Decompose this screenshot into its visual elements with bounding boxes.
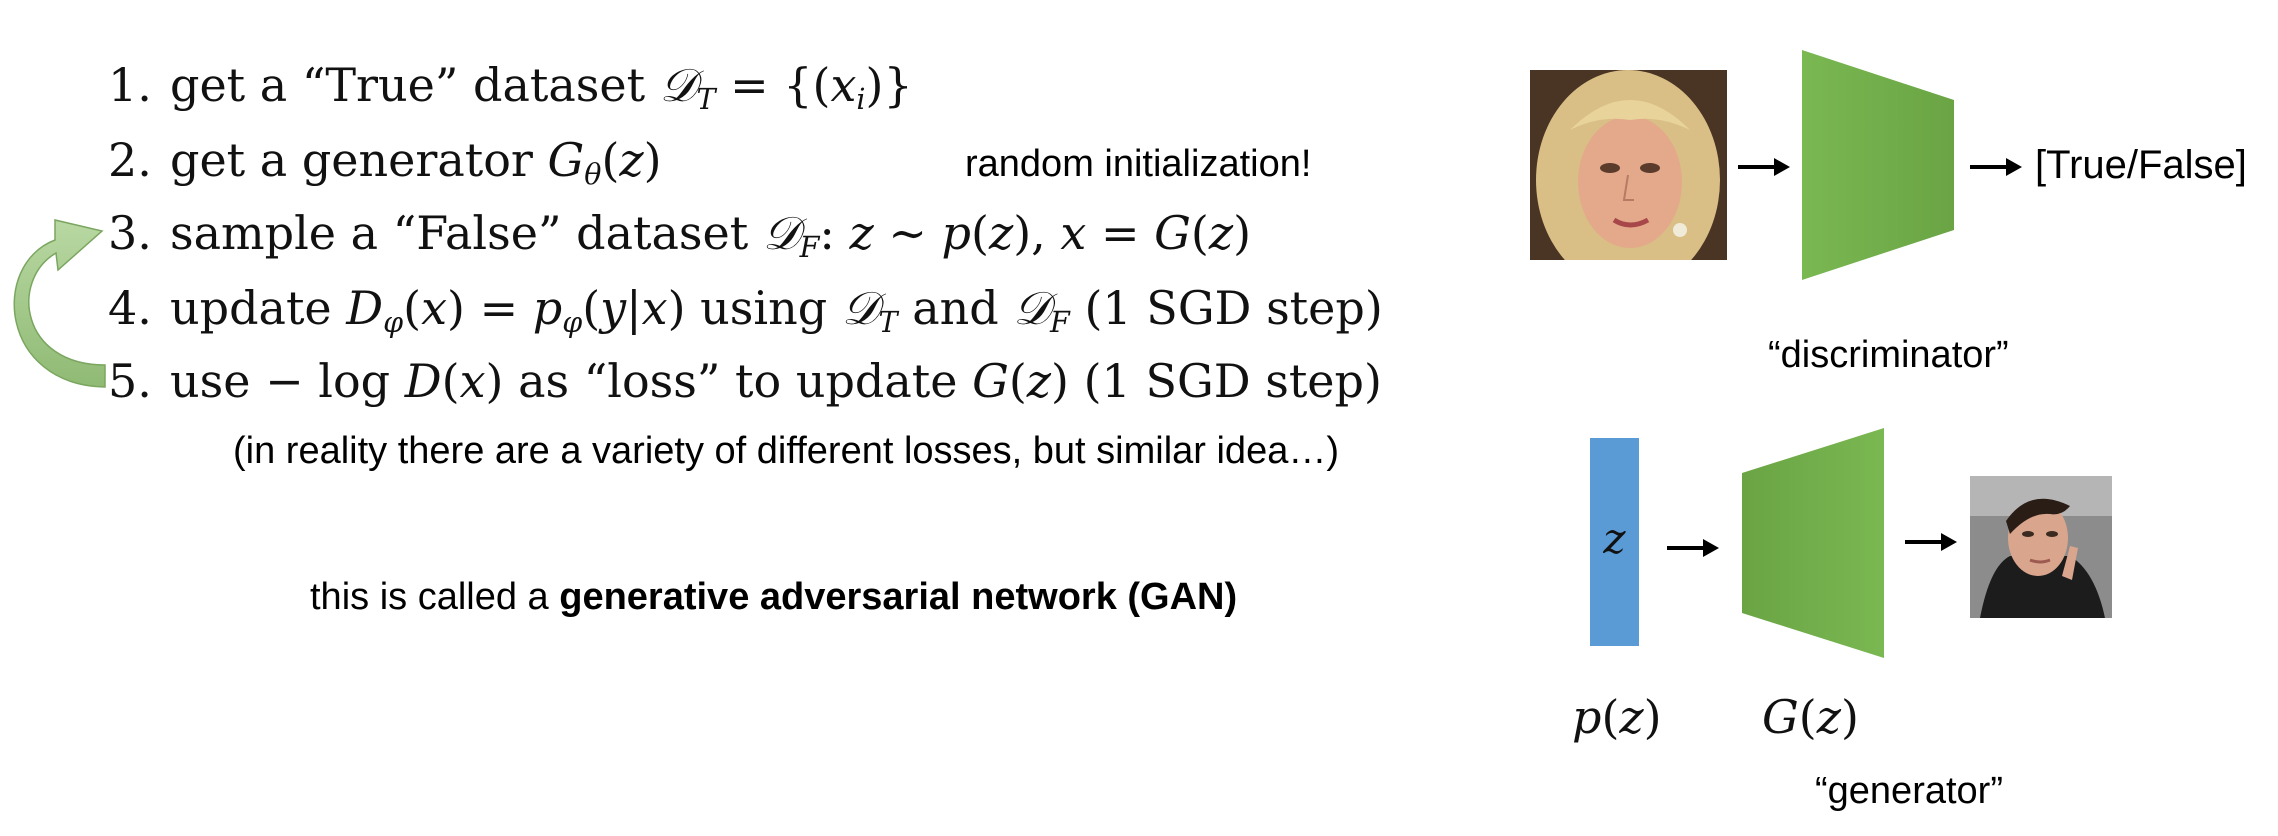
discriminator-network — [1802, 50, 1954, 280]
arrow-to-output — [1970, 158, 2022, 176]
arrow-to-generated-image — [1905, 533, 1957, 551]
step-5: 5. use − log D(x) as “loss” to update G(z… — [108, 354, 1382, 408]
arrow-to-discriminator — [1738, 158, 1790, 176]
discriminator-caption: “discriminator” — [1768, 334, 2009, 376]
generated-face-image — [1970, 476, 2112, 618]
generator-caption: “generator” — [1815, 770, 2003, 812]
step-4: 4. update Dφ(x) = pφ(y|x) using 𝒟T and 𝒟F… — [108, 281, 1383, 339]
step-2: 2. get a generator Gθ(z) — [108, 133, 662, 191]
generator-network — [1742, 428, 1884, 658]
arrow-to-generator — [1667, 539, 1719, 557]
gan-term: generative adversarial network (GAN) — [559, 576, 1238, 618]
pz-label: p(z) — [1572, 690, 1662, 744]
gan-definition: this is called a generative adversarial … — [310, 578, 1237, 616]
step-3: 3. sample a “False” dataset 𝒟F: z ∼ p(z),… — [108, 206, 1252, 264]
discriminator-output-label: [True/False] — [2035, 143, 2247, 187]
step-1: 1. get a “True” dataset 𝒟T = {(xi)} — [108, 58, 913, 116]
loop-arrow — [13, 219, 106, 388]
z-label: z — [1603, 514, 1626, 563]
real-face-image — [1530, 70, 1727, 260]
random-init-note: random initialization! — [965, 143, 1312, 185]
reality-note: (in reality there are a variety of diffe… — [233, 430, 1339, 472]
gan-prefix: this is called a — [310, 576, 549, 618]
gz-label: G(z) — [1762, 690, 1859, 744]
